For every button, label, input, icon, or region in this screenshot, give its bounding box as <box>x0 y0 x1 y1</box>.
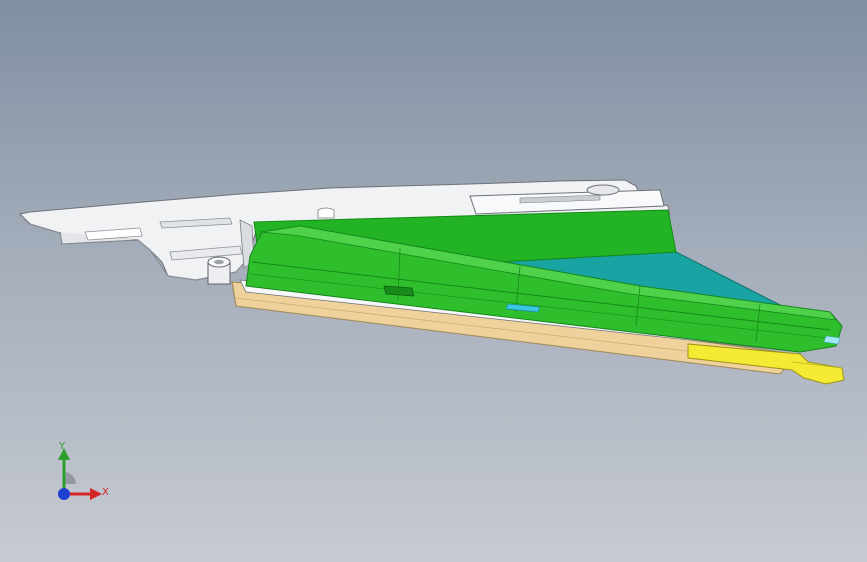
y-axis-label: Y <box>59 441 66 452</box>
standoff-post[interactable] <box>207 256 231 285</box>
triad-plane-marker <box>64 472 76 484</box>
triad-graphic <box>58 448 102 500</box>
coordinate-triad[interactable]: Y X <box>40 436 120 516</box>
z-axis-dot <box>58 488 70 500</box>
x-axis-label: X <box>102 487 109 498</box>
cad-viewport[interactable]: Y X <box>0 0 867 562</box>
x-axis-arrowhead <box>90 488 102 500</box>
model-3d-view[interactable] <box>0 0 867 562</box>
